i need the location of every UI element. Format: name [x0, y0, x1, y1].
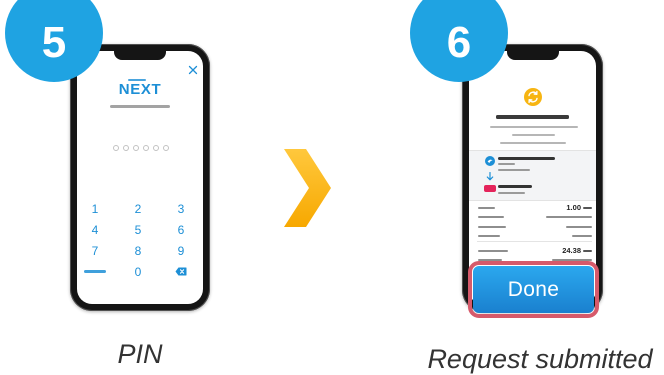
transfer-accounts-panel	[469, 150, 596, 201]
result-description-text	[490, 126, 578, 128]
result-description-text	[512, 134, 555, 136]
source-account-number	[498, 169, 530, 171]
arrow-down-icon	[486, 172, 494, 181]
detail-label	[478, 207, 495, 209]
transfer-icon	[524, 88, 542, 106]
backspace-button[interactable]	[166, 261, 196, 282]
keypad-key-4[interactable]: 4	[80, 219, 110, 240]
result-title-text	[496, 115, 569, 119]
phone-notch	[506, 51, 559, 60]
chevron-right-icon	[284, 149, 331, 227]
recipient-account-number	[498, 192, 525, 194]
backspace-icon	[175, 267, 187, 276]
detail-value: 1.00	[566, 203, 592, 212]
pin-dot	[153, 145, 159, 151]
phone-notch	[114, 51, 166, 60]
detail-label	[478, 216, 504, 218]
pin-dot	[123, 145, 129, 151]
keypad-key-8[interactable]: 8	[123, 240, 153, 261]
pin-dot	[163, 145, 169, 151]
tutorial-steps: NEXT 1 2 3 4 5 6 7 8 9 0 5 1.00 24.38 6 …	[0, 0, 664, 375]
forgot-pin-text	[84, 270, 106, 273]
result-reference-text	[500, 142, 566, 144]
pin-dot	[113, 145, 119, 151]
bank-icon	[485, 156, 495, 166]
currency-unit-text	[583, 206, 592, 209]
detail-value-text	[566, 226, 592, 228]
detail-value-amount: 1.00	[566, 203, 581, 212]
step-caption-pin: PIN	[117, 339, 163, 369]
done-button-highlight: Done	[468, 261, 599, 318]
pin-dot	[133, 145, 139, 151]
detail-label	[478, 250, 508, 252]
detail-label	[478, 226, 506, 228]
recipient-name	[498, 185, 532, 188]
currency-unit-text	[583, 249, 592, 252]
step-caption-request-submitted: Request submitted	[427, 344, 653, 374]
source-account-type	[498, 163, 515, 165]
pin-dots	[113, 145, 169, 151]
keypad-key-6[interactable]: 6	[166, 219, 196, 240]
app-logo: NEXT	[118, 81, 162, 98]
pin-screen: NEXT 1 2 3 4 5 6 7 8 9 0	[77, 51, 203, 304]
keypad-key-9[interactable]: 9	[166, 240, 196, 261]
forgot-pin-link[interactable]	[80, 261, 110, 282]
pin-dot	[143, 145, 149, 151]
recipient-bank-logo	[484, 185, 496, 192]
done-button[interactable]: Done	[473, 266, 594, 313]
keypad-key-5[interactable]: 5	[123, 219, 153, 240]
detail-value: 24.38	[562, 246, 592, 255]
keypad-key-1[interactable]: 1	[80, 198, 110, 219]
keypad-key-0[interactable]: 0	[123, 261, 153, 282]
close-icon[interactable]	[188, 65, 198, 75]
detail-label	[478, 235, 500, 237]
keypad-key-7[interactable]: 7	[80, 240, 110, 261]
pin-keypad: 1 2 3 4 5 6 7 8 9 0	[80, 198, 196, 282]
details-divider	[477, 241, 592, 242]
source-account-name	[498, 157, 555, 160]
keypad-key-2[interactable]: 2	[123, 198, 153, 219]
detail-value-text	[546, 216, 592, 218]
pin-instruction-text	[110, 105, 170, 108]
phone-step-5: NEXT 1 2 3 4 5 6 7 8 9 0	[70, 44, 210, 311]
keypad-key-3[interactable]: 3	[166, 198, 196, 219]
detail-value-amount: 24.38	[562, 246, 581, 255]
detail-value-text	[572, 235, 592, 237]
